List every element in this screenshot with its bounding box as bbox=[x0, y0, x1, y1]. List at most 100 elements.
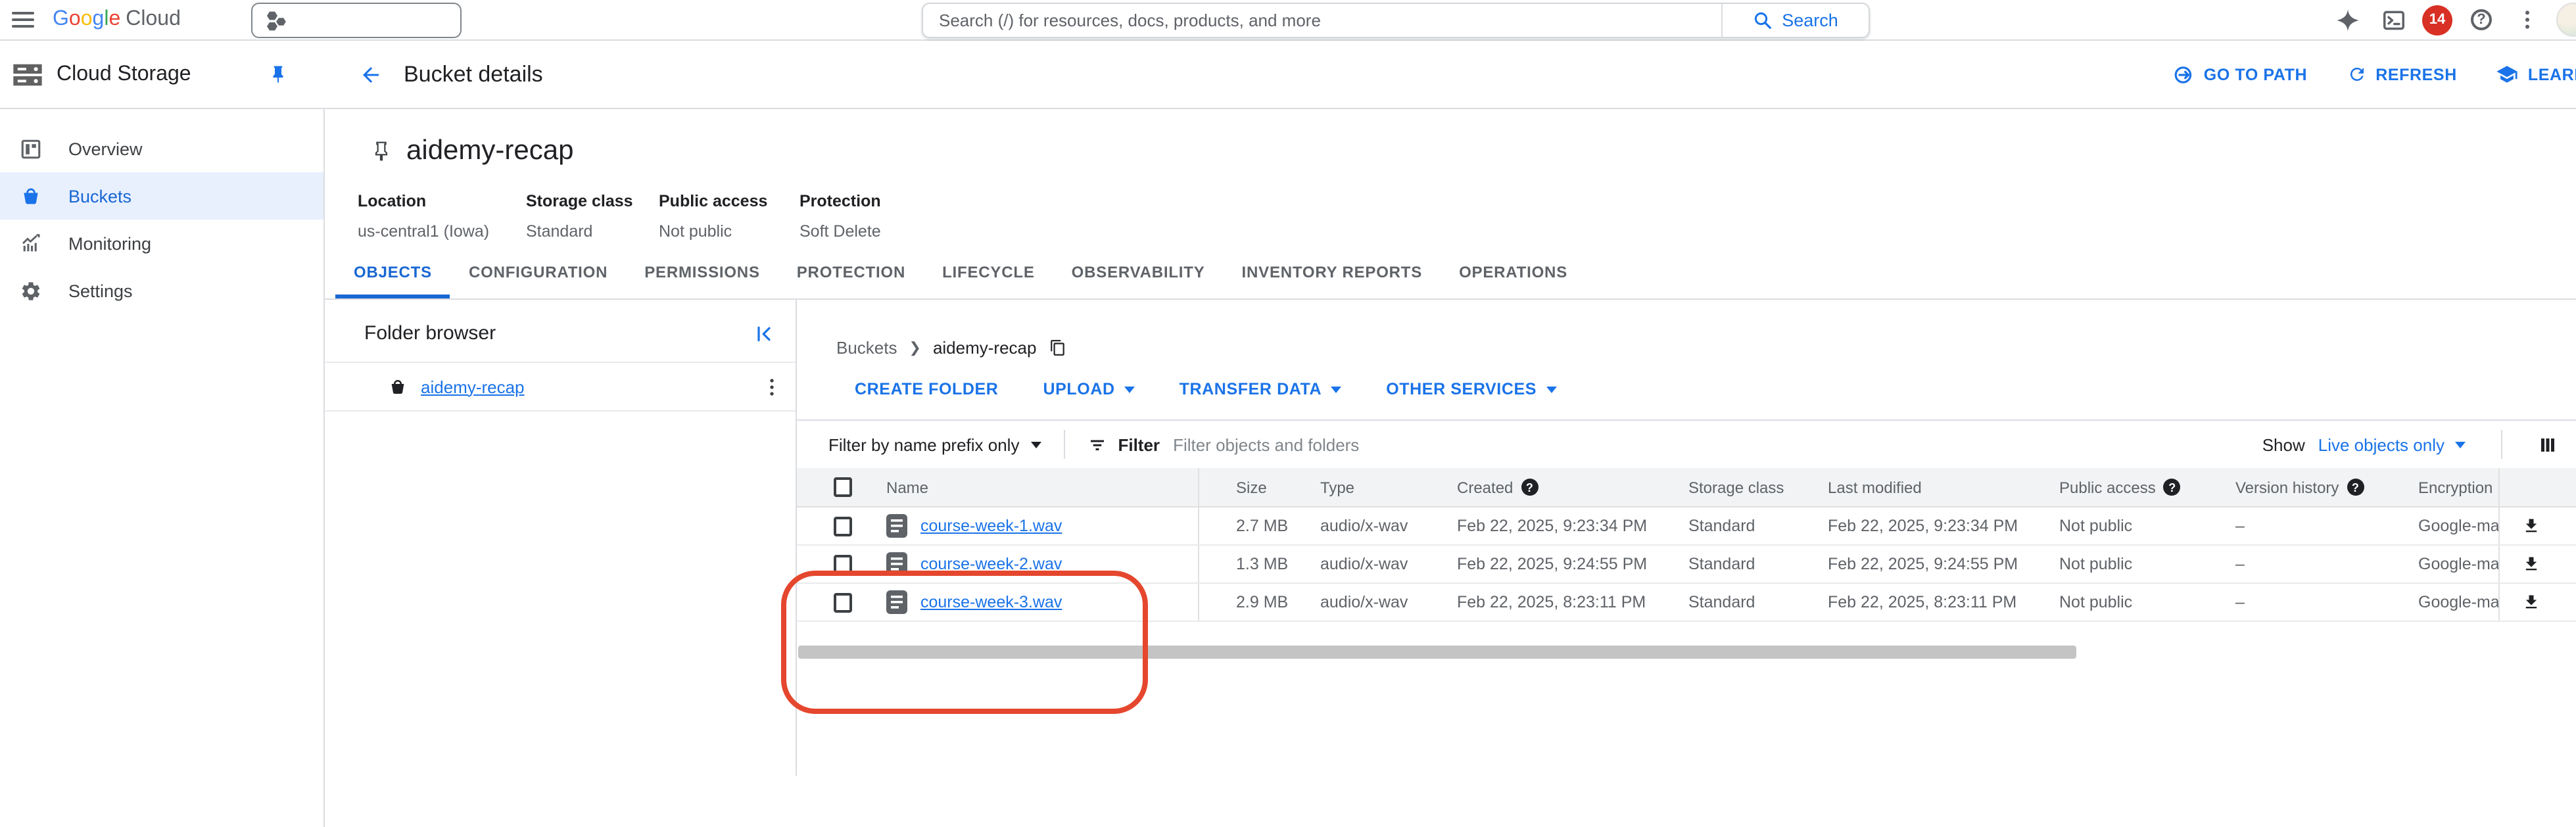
row-checkbox[interactable] bbox=[834, 592, 852, 612]
refresh-button[interactable]: REFRESH bbox=[2347, 64, 2457, 84]
refresh-label: REFRESH bbox=[2375, 65, 2457, 83]
monitoring-icon bbox=[22, 233, 40, 251]
copy-icon[interactable] bbox=[1049, 339, 1066, 356]
app-header: Cloud Storage Bucket details GO TO PATH … bbox=[0, 41, 2576, 109]
sidebar-item-label: Settings bbox=[68, 281, 133, 300]
search-input[interactable] bbox=[923, 4, 1721, 37]
show-label: Show bbox=[2262, 435, 2305, 454]
sidebar-item-settings[interactable]: Settings bbox=[0, 267, 323, 314]
download-icon[interactable] bbox=[2522, 517, 2540, 535]
cell-created: Feb 22, 2025, 8:23:11 PM bbox=[1457, 593, 1646, 611]
more-options-icon[interactable] bbox=[2510, 3, 2544, 37]
column-storage-class[interactable]: Storage class bbox=[1688, 478, 1784, 496]
learn-button[interactable]: LEARN bbox=[2496, 63, 2576, 85]
filter-bar: Filter by name prefix only Filter Sh bbox=[797, 419, 2576, 468]
search-button[interactable]: Search bbox=[1721, 4, 1869, 37]
horizontal-scrollbar[interactable] bbox=[798, 646, 2076, 659]
bucket-icon bbox=[391, 379, 404, 394]
column-size[interactable]: Size bbox=[1236, 478, 1267, 496]
sidebar-item-label: Buckets bbox=[68, 186, 132, 206]
bucket-tabs: OBJECTS CONFIGURATION PERMISSIONS PROTEC… bbox=[325, 263, 2576, 300]
show-live-objects-dropdown[interactable]: Live objects only bbox=[2318, 435, 2466, 454]
folder-tree-bucket-link[interactable]: aidemy-recap bbox=[421, 377, 525, 396]
download-icon[interactable] bbox=[2522, 593, 2540, 611]
other-services-button[interactable]: OTHER SERVICES bbox=[1386, 380, 1557, 398]
help-icon[interactable]: ? bbox=[2163, 479, 2181, 496]
help-icon[interactable]: ? bbox=[1521, 479, 1538, 496]
cell-last-modified: Feb 22, 2025, 9:24:55 PM bbox=[1828, 555, 2018, 573]
column-last-modified[interactable]: Last modified bbox=[1828, 478, 1922, 496]
page-title-section: Bucket details bbox=[325, 61, 543, 87]
meta-storage-class: Storage class Standard bbox=[526, 192, 633, 241]
create-folder-button[interactable]: CREATE FOLDER bbox=[855, 380, 998, 398]
collapse-panel-icon[interactable] bbox=[753, 323, 775, 344]
select-all-checkbox[interactable] bbox=[834, 477, 852, 497]
pin-bucket-icon[interactable] bbox=[371, 141, 392, 162]
tab-observability[interactable]: OBSERVABILITY bbox=[1053, 263, 1224, 298]
column-name[interactable]: Name bbox=[886, 478, 928, 496]
back-arrow-icon[interactable] bbox=[359, 62, 383, 86]
column-settings-icon[interactable] bbox=[2538, 435, 2558, 454]
product-name: Cloud Storage bbox=[57, 62, 191, 85]
tab-inventory-reports[interactable]: INVENTORY REPORTS bbox=[1224, 263, 1441, 298]
go-to-path-button[interactable]: GO TO PATH bbox=[2174, 64, 2307, 85]
help-icon[interactable]: ? bbox=[2464, 3, 2498, 37]
cell-public-access: Not public bbox=[2059, 593, 2133, 611]
table-row: course-week-1.wav 2.7 MB audio/x-wav Feb… bbox=[797, 508, 2576, 546]
gemini-sparkle-icon[interactable] bbox=[2330, 3, 2364, 37]
tab-operations[interactable]: OPERATIONS bbox=[1441, 263, 1586, 298]
sidebar-item-buckets[interactable]: Buckets bbox=[0, 172, 323, 220]
column-encryption[interactable]: Encryption bbox=[2418, 478, 2493, 496]
object-link[interactable]: course-week-3.wav bbox=[920, 593, 1062, 611]
folder-tree-bucket-row[interactable]: aidemy-recap bbox=[325, 362, 796, 412]
hamburger-icon bbox=[11, 8, 34, 32]
chevron-down-icon bbox=[1546, 386, 1557, 392]
pin-product-icon[interactable] bbox=[268, 64, 288, 84]
column-public-access[interactable]: Public access bbox=[2059, 478, 2156, 496]
column-created[interactable]: Created bbox=[1457, 478, 1513, 496]
chevron-down-icon bbox=[1031, 441, 1042, 448]
tab-lifecycle[interactable]: LIFECYCLE bbox=[924, 263, 1053, 298]
cell-size: 1.3 MB bbox=[1236, 555, 1289, 573]
tab-protection[interactable]: PROTECTION bbox=[778, 263, 924, 298]
upload-button[interactable]: UPLOAD bbox=[1043, 380, 1135, 398]
help-icon[interactable]: ? bbox=[2347, 479, 2364, 496]
object-link[interactable]: course-week-1.wav bbox=[920, 517, 1062, 535]
avatar[interactable] bbox=[2556, 3, 2576, 37]
row-checkbox[interactable] bbox=[834, 516, 852, 536]
filter-objects-input[interactable] bbox=[1173, 435, 2262, 454]
tab-permissions[interactable]: PERMISSIONS bbox=[626, 263, 778, 298]
tab-objects[interactable]: OBJECTS bbox=[335, 263, 450, 298]
google-cloud-logo[interactable]: G o o g l e Cloud bbox=[53, 8, 181, 32]
search-button-label: Search bbox=[1782, 11, 1838, 30]
meta-public-access: Public access Not public bbox=[659, 192, 768, 241]
notifications-badge[interactable]: 14 bbox=[2422, 5, 2452, 35]
filter-prefix-dropdown[interactable]: Filter by name prefix only bbox=[828, 435, 1042, 454]
bucket-row-more-icon[interactable] bbox=[764, 377, 780, 396]
transfer-data-button[interactable]: TRANSFER DATA bbox=[1180, 380, 1342, 398]
breadcrumb-buckets-link[interactable]: Buckets bbox=[836, 338, 897, 358]
row-checkbox[interactable] bbox=[834, 554, 852, 574]
folder-browser-title: Folder browser bbox=[364, 322, 496, 344]
global-search: Search bbox=[922, 3, 1870, 38]
menu-icon[interactable] bbox=[0, 8, 45, 32]
cell-type: audio/x-wav bbox=[1320, 593, 1408, 611]
column-type[interactable]: Type bbox=[1320, 478, 1354, 496]
sidebar-item-overview[interactable]: Overview bbox=[0, 125, 323, 172]
cloud-shell-icon[interactable] bbox=[2376, 3, 2410, 37]
download-icon[interactable] bbox=[2522, 555, 2540, 573]
column-version-history[interactable]: Version history bbox=[2235, 478, 2339, 496]
bucket-meta: Location us-central1 (Iowa) Storage clas… bbox=[358, 192, 2576, 241]
tab-configuration[interactable]: CONFIGURATION bbox=[450, 263, 626, 298]
logo-letter: o bbox=[80, 8, 93, 30]
cell-created: Feb 22, 2025, 9:23:34 PM bbox=[1457, 517, 1648, 535]
file-icon bbox=[886, 590, 907, 614]
sidebar-item-monitoring[interactable]: Monitoring bbox=[0, 220, 323, 267]
learn-label: LEARN bbox=[2527, 65, 2576, 83]
content-area: aidemy-recap Location us-central1 (Iowa)… bbox=[325, 109, 2576, 827]
logo-cloud-text: Cloud bbox=[126, 8, 181, 30]
project-picker[interactable] bbox=[251, 3, 462, 38]
sidebar-item-label: Overview bbox=[68, 139, 143, 158]
object-link[interactable]: course-week-2.wav bbox=[920, 555, 1062, 573]
cell-version-history: – bbox=[2235, 555, 2245, 573]
